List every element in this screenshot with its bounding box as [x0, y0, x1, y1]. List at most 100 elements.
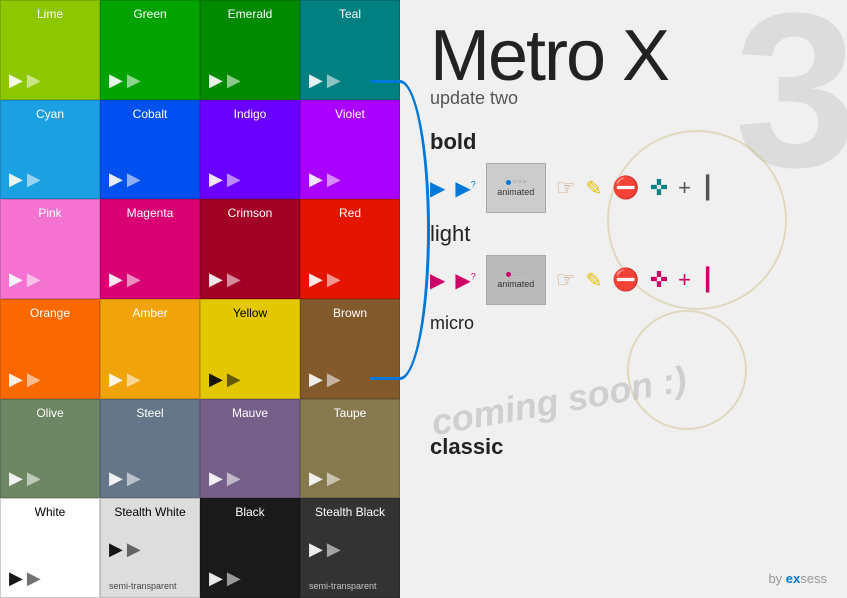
color-tile-lime[interactable]: Lime▶▶ [0, 0, 100, 100]
color-tile-yellow[interactable]: Yellow ▶▶ [200, 299, 300, 399]
tile-note: semi-transparent [109, 581, 177, 591]
color-tile-olive[interactable]: Olive▶▶ [0, 399, 100, 499]
bold-cursor-plus[interactable]: + [678, 175, 691, 201]
tile-cursor-2: ▶ [227, 569, 241, 587]
tile-cursor-2: ▶ [327, 469, 341, 487]
light-cursor-blocked[interactable]: ⛔ [612, 267, 639, 293]
tile-label: Mauve [209, 406, 291, 420]
color-tile-stealth-black[interactable]: Stealth Black▶▶semi-transparent [300, 498, 400, 598]
color-tile-cobalt[interactable]: Cobalt ▶▶ [100, 100, 200, 200]
tile-label: Teal [309, 7, 391, 21]
bold-cursor-normal[interactable]: ▶ [430, 176, 445, 201]
color-tile-stealth-white[interactable]: Stealth White▶▶semi-transparent [100, 498, 200, 598]
light-cursor-normal[interactable]: ▶ [430, 268, 445, 293]
tile-cursor-1: ▶ [109, 370, 123, 388]
tile-cursor-1: ▶ [109, 469, 123, 487]
tile-label: Pink [9, 206, 91, 220]
tile-cursor-2: ▶ [27, 170, 41, 188]
color-tile-indigo[interactable]: Indigo▶▶ [200, 100, 300, 200]
color-tile-amber[interactable]: Amber▶▶ [100, 299, 200, 399]
color-tile-green[interactable]: Green▶▶ [100, 0, 200, 100]
tile-label: Steel [109, 406, 191, 420]
app-title: Metro X [430, 20, 817, 92]
color-tile-brown[interactable]: Brown▶▶ [300, 299, 400, 399]
section-light-label: light [430, 221, 817, 247]
tile-cursor-1: ▶ [309, 170, 323, 188]
tile-cursor-2: ▶ [227, 170, 241, 188]
tile-label: Taupe [309, 406, 391, 420]
tile-cursor-2: ▶ [127, 540, 141, 558]
color-tile-steel[interactable]: Steel ▶▶ [100, 399, 200, 499]
tile-label: Emerald [209, 7, 291, 21]
color-tile-teal[interactable]: Teal ▶▶ [300, 0, 400, 100]
tile-label: Crimson [209, 206, 291, 220]
color-tile-emerald[interactable]: Emerald▶▶ [200, 0, 300, 100]
bold-cursor-animated[interactable]: animated [486, 163, 546, 213]
tile-label: Stealth Black [309, 505, 391, 519]
light-cursor-help[interactable]: ▶? [455, 268, 475, 293]
light-cursor-plus[interactable]: + [678, 267, 691, 293]
light-cursor-row: ▶ ▶? animated ☞ ✎ ⛔ ✜ + ┃ [430, 255, 817, 305]
by-exsess: by exsess [768, 571, 827, 586]
section-bold-label: bold [430, 129, 817, 155]
tile-cursor-2: ▶ [227, 370, 241, 388]
tile-label: Cobalt [109, 107, 191, 121]
color-tile-red[interactable]: Red ▶▶ [300, 199, 400, 299]
tile-cursor-2: ▶ [27, 370, 41, 388]
color-tile-pink[interactable]: Pink▶▶ [0, 199, 100, 299]
light-cursor-animated[interactable]: animated [486, 255, 546, 305]
tile-cursor-1: ▶ [109, 170, 123, 188]
tile-cursor-2: ▶ [127, 469, 141, 487]
color-tile-cyan[interactable]: Cyan▶▶ [0, 100, 100, 200]
bold-cursor-pen[interactable]: ✎ [586, 176, 603, 201]
tile-note: semi-transparent [309, 581, 377, 591]
tile-cursor-2: ▶ [327, 71, 341, 89]
tile-label: Stealth White [109, 505, 191, 519]
tile-cursor-2: ▶ [327, 540, 341, 558]
tile-cursor-1: ▶ [9, 569, 23, 587]
color-tile-crimson[interactable]: Crimson▶▶ [200, 199, 300, 299]
tile-cursor-2: ▶ [327, 170, 341, 188]
color-tile-magenta[interactable]: Magenta▶▶ [100, 199, 200, 299]
section-micro-label: micro [430, 313, 817, 334]
tile-label: White [9, 505, 91, 519]
tile-label: Yellow [209, 306, 291, 320]
tile-cursor-1: ▶ [309, 469, 323, 487]
tile-label: Indigo [209, 107, 291, 121]
light-cursor-move[interactable]: ✜ [650, 267, 668, 293]
tile-cursor-1: ▶ [109, 270, 123, 288]
light-cursor-ibeam[interactable]: ┃ [701, 267, 714, 293]
tile-cursor-2: ▶ [27, 469, 41, 487]
bold-cursor-row: ▶ ▶? animated ☞ ✎ ⛔ ✜ + ┃ [430, 163, 817, 213]
bold-cursor-move[interactable]: ✜ [650, 175, 668, 201]
tile-cursor-1: ▶ [209, 270, 223, 288]
tile-cursor-2: ▶ [227, 469, 241, 487]
tile-label: Cyan [9, 107, 91, 121]
tile-cursor-2: ▶ [327, 270, 341, 288]
tile-cursor-2: ▶ [127, 71, 141, 89]
light-cursor-pen[interactable]: ✎ [586, 268, 603, 293]
color-tile-mauve[interactable]: Mauve▶▶ [200, 399, 300, 499]
bold-cursor-hand[interactable]: ☞ [556, 175, 576, 201]
tile-label: Red [309, 206, 391, 220]
color-tile-white[interactable]: White ▶▶ [0, 498, 100, 598]
color-tile-orange[interactable]: Orange▶▶ [0, 299, 100, 399]
tile-label: Black [209, 505, 291, 519]
tile-cursor-2: ▶ [27, 270, 41, 288]
bold-cursor-ibeam[interactable]: ┃ [701, 175, 714, 201]
color-tile-taupe[interactable]: Taupe ▶▶ [300, 399, 400, 499]
color-tile-black[interactable]: Black▶▶ [200, 498, 300, 598]
tile-cursor-2: ▶ [27, 569, 41, 587]
bold-cursor-help[interactable]: ▶? [455, 176, 475, 201]
tile-label: Olive [9, 406, 91, 420]
light-cursor-hand[interactable]: ☞ [556, 267, 576, 293]
tile-cursor-1: ▶ [209, 370, 223, 388]
bold-cursor-blocked[interactable]: ⛔ [612, 175, 639, 201]
animated-label: animated [497, 187, 534, 197]
tile-cursor-1: ▶ [309, 71, 323, 89]
animated-label-light: animated [497, 279, 534, 289]
tile-cursor-2: ▶ [127, 170, 141, 188]
tile-cursor-2: ▶ [327, 370, 341, 388]
color-tile-violet[interactable]: Violet▶▶ [300, 100, 400, 200]
tile-cursor-1: ▶ [309, 270, 323, 288]
